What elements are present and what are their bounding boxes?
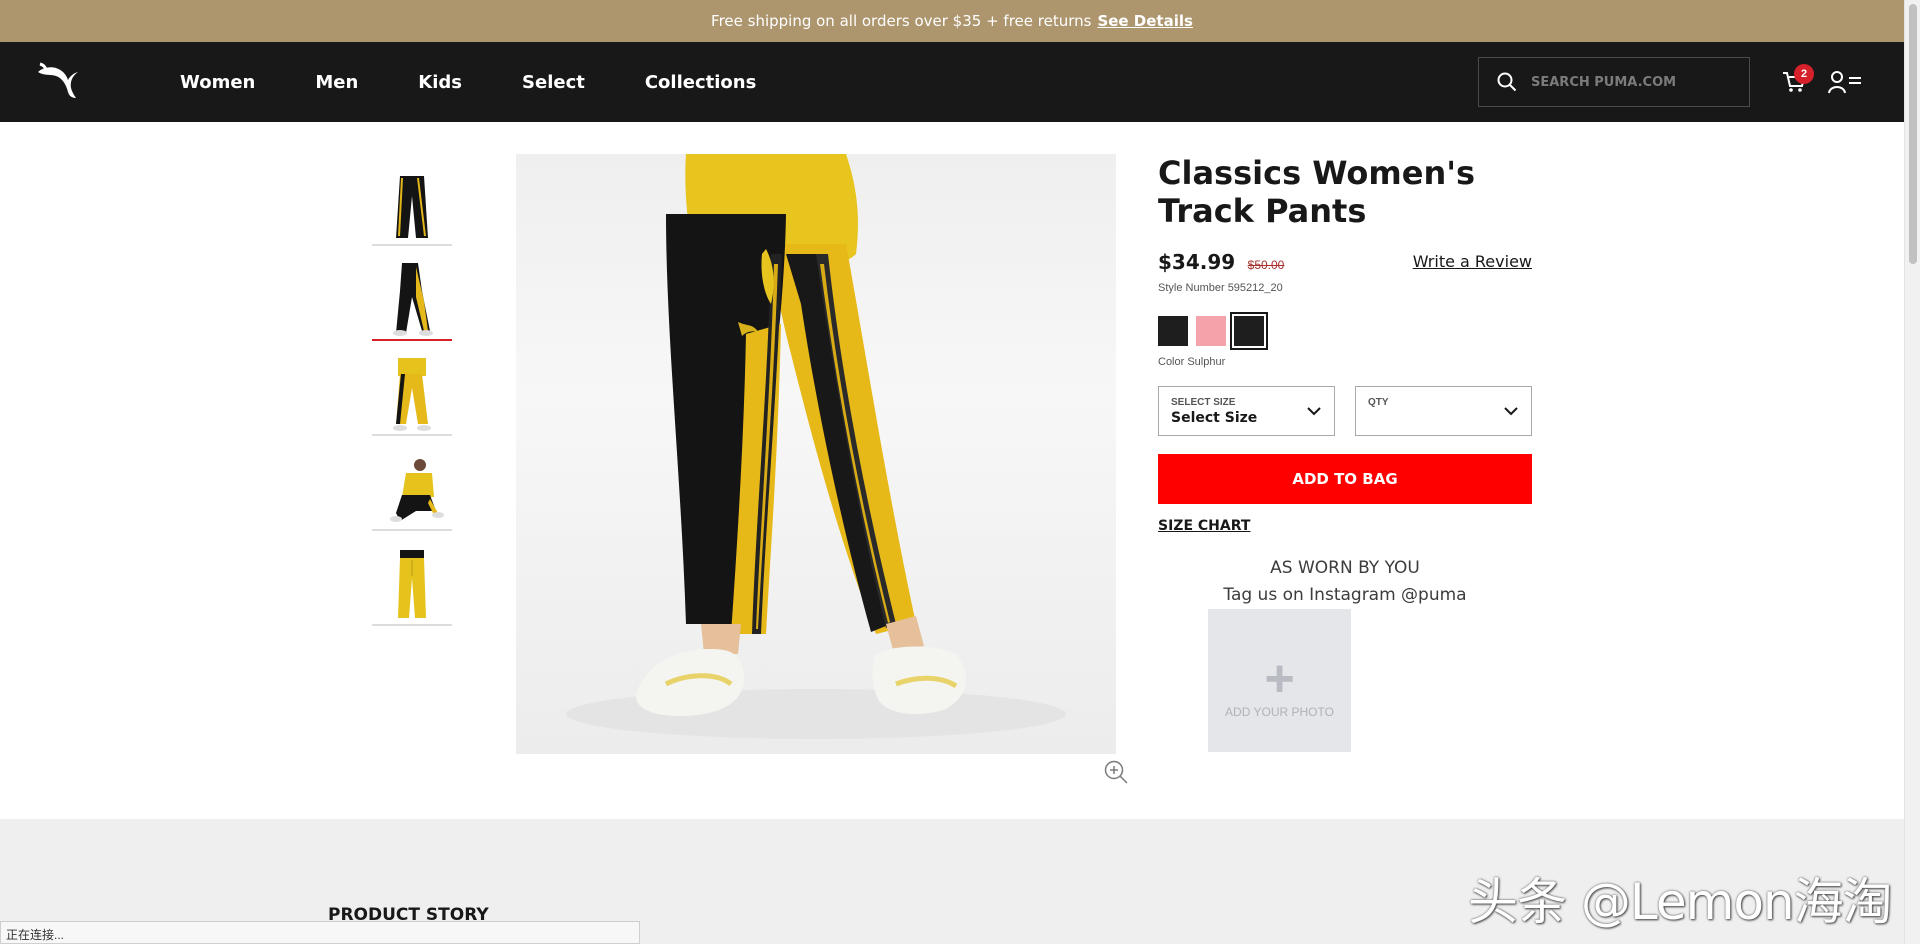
page-scrollbar[interactable] — [1904, 0, 1920, 944]
cart-count-badge: 2 — [1794, 64, 1814, 84]
nav-item-men[interactable]: Men — [315, 72, 358, 93]
write-review-link[interactable]: Write a Review — [1413, 252, 1532, 271]
thumbnail-4[interactable] — [372, 451, 452, 531]
as-worn-section: AS WORN BY YOU Tag us on Instagram @puma — [1158, 555, 1532, 609]
plus-icon: + — [1264, 649, 1295, 708]
nav-item-kids[interactable]: Kids — [418, 72, 462, 93]
page: Free shipping on all orders over $35 + f… — [0, 0, 1920, 944]
add-to-bag-button[interactable]: ADD TO BAG — [1158, 454, 1532, 504]
promo-text: Free shipping on all orders over $35 + f… — [711, 12, 1092, 30]
thumbnail-2[interactable] — [372, 261, 452, 341]
color-swatches — [1158, 312, 1532, 350]
size-chart-link[interactable]: SIZE CHART — [1158, 518, 1250, 534]
original-price: $50.00 — [1247, 258, 1285, 272]
nav-menu: Women Men Kids Select Collections — [180, 42, 816, 122]
browser-status-bar: 正在连接... — [0, 921, 640, 944]
swatch-pink[interactable] — [1196, 316, 1226, 346]
nav-item-select[interactable]: Select — [522, 72, 585, 93]
product-info: Classics Women's Track Pants $34.99 $50.… — [1158, 154, 1532, 752]
color-label: Color Sulphur — [1158, 356, 1226, 368]
qty-select[interactable]: QTY — [1355, 386, 1532, 436]
as-worn-title: AS WORN BY YOU — [1270, 558, 1420, 578]
account-menu-icon[interactable] — [1828, 70, 1862, 94]
search-input[interactable] — [1531, 74, 1731, 90]
style-number: Style Number 595212_20 — [1158, 282, 1283, 294]
sale-price: $34.99 — [1158, 250, 1236, 274]
main-nav: Women Men Kids Select Collections 2 — [0, 42, 1904, 122]
search-box[interactable] — [1478, 57, 1750, 107]
add-photo-label: ADD YOUR PHOTO — [1225, 704, 1334, 719]
thumbnail-list — [372, 166, 452, 641]
nav-item-women[interactable]: Women — [180, 72, 255, 93]
chevron-down-icon — [1307, 407, 1321, 416]
chevron-down-icon — [1504, 407, 1518, 416]
puma-logo[interactable] — [36, 62, 80, 100]
swatch-black[interactable] — [1158, 316, 1188, 346]
nav-item-collections[interactable]: Collections — [645, 72, 756, 93]
search-icon[interactable] — [1497, 72, 1517, 92]
size-select[interactable]: SELECT SIZE Select Size — [1158, 386, 1335, 436]
size-qty-row: SELECT SIZE Select Size QTY — [1158, 386, 1532, 436]
qty-select-label: QTY — [1368, 397, 1389, 408]
price-row: $34.99 $50.00 Write a Review — [1158, 250, 1532, 280]
watermark-text: 头条 @Lemon海淘 — [1468, 873, 1893, 931]
as-worn-subtitle: Tag us on Instagram @puma — [1223, 585, 1467, 605]
swatch-sulphur-selected[interactable] — [1230, 312, 1268, 350]
scrollbar-thumb[interactable] — [1909, 4, 1917, 264]
thumbnail-5[interactable] — [372, 546, 452, 626]
thumbnail-3[interactable] — [372, 356, 452, 436]
promo-bar: Free shipping on all orders over $35 + f… — [0, 0, 1904, 42]
zoom-in-icon[interactable] — [1103, 759, 1129, 785]
size-select-value: Select Size — [1171, 410, 1258, 426]
thumbnail-1[interactable] — [372, 166, 452, 246]
main-product-image[interactable] — [516, 154, 1116, 754]
see-details-link[interactable]: See Details — [1097, 12, 1193, 30]
product-title: Classics Women's Track Pants — [1158, 154, 1476, 230]
size-select-label: SELECT SIZE — [1171, 397, 1236, 408]
add-photo-button[interactable]: + ADD YOUR PHOTO — [1208, 609, 1351, 752]
